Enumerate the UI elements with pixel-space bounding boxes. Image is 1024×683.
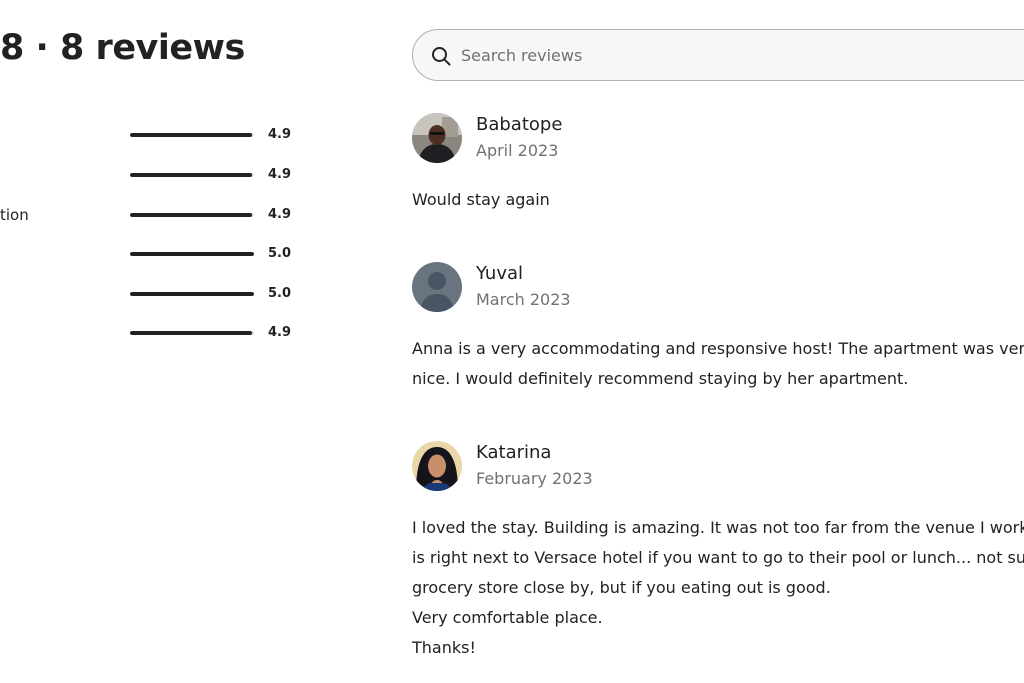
rating-value: 5.0 [268, 286, 292, 301]
search-icon[interactable] [431, 46, 451, 66]
rating-bar-fill [130, 173, 252, 177]
rating-bar [130, 133, 254, 137]
rating-bar [130, 252, 254, 256]
rating-bar-fill [130, 252, 254, 256]
review-date: February 2023 [476, 469, 593, 488]
rating-row: 4.9 [0, 165, 300, 185]
rating-bar-fill [130, 292, 254, 296]
reviewer-name: Katarina [476, 442, 552, 463]
reviewer-name: Yuval [476, 263, 524, 284]
rating-bar [130, 173, 254, 177]
rating-row: 5.0 [0, 284, 300, 304]
rating-row: tion 4.9 [0, 205, 300, 225]
review-date: March 2023 [476, 290, 571, 309]
rating-bar-fill [130, 133, 252, 137]
avatar[interactable] [412, 441, 462, 491]
avatar[interactable] [412, 262, 462, 312]
rating-bar [130, 331, 254, 335]
rating-bar [130, 213, 254, 217]
rating-value: 5.0 [268, 246, 292, 261]
review-text: Would stay again [412, 190, 550, 209]
rating-bar-fill [130, 331, 252, 335]
rating-value: 4.9 [268, 167, 292, 182]
rating-row: 5.0 [0, 244, 300, 264]
review-item: Yuval March 2023 Anna is a very accommod… [412, 262, 1024, 402]
default-user-icon [412, 262, 462, 312]
rating-label: tion [0, 206, 29, 224]
rating-row: 4.9 [0, 125, 300, 145]
reviews-page: 8 · 8 reviews 4.9 4.9 tion 4.9 5.0 5.0 4… [0, 0, 1024, 683]
rating-value: 4.9 [268, 127, 292, 142]
rating-row: 4.9 [0, 323, 300, 343]
review-item: Katarina February 2023 I loved the stay.… [412, 441, 1024, 671]
rating-bar-fill [130, 213, 252, 217]
review-item: Babatope April 2023 Would stay again [412, 113, 1024, 213]
review-text: Anna is a very accommodating and respons… [412, 339, 1024, 388]
reviews-title: 8 · 8 reviews [0, 28, 245, 68]
reviewer-name: Babatope [476, 114, 563, 135]
rating-value: 4.9 [268, 325, 292, 340]
search-bar[interactable] [412, 29, 1024, 81]
avatar[interactable] [412, 113, 462, 163]
rating-value: 4.9 [268, 207, 292, 222]
rating-bar [130, 292, 254, 296]
review-date: April 2023 [476, 141, 559, 160]
review-text: I loved the stay. Building is amazing. I… [412, 518, 1024, 657]
search-input[interactable] [461, 30, 1021, 80]
